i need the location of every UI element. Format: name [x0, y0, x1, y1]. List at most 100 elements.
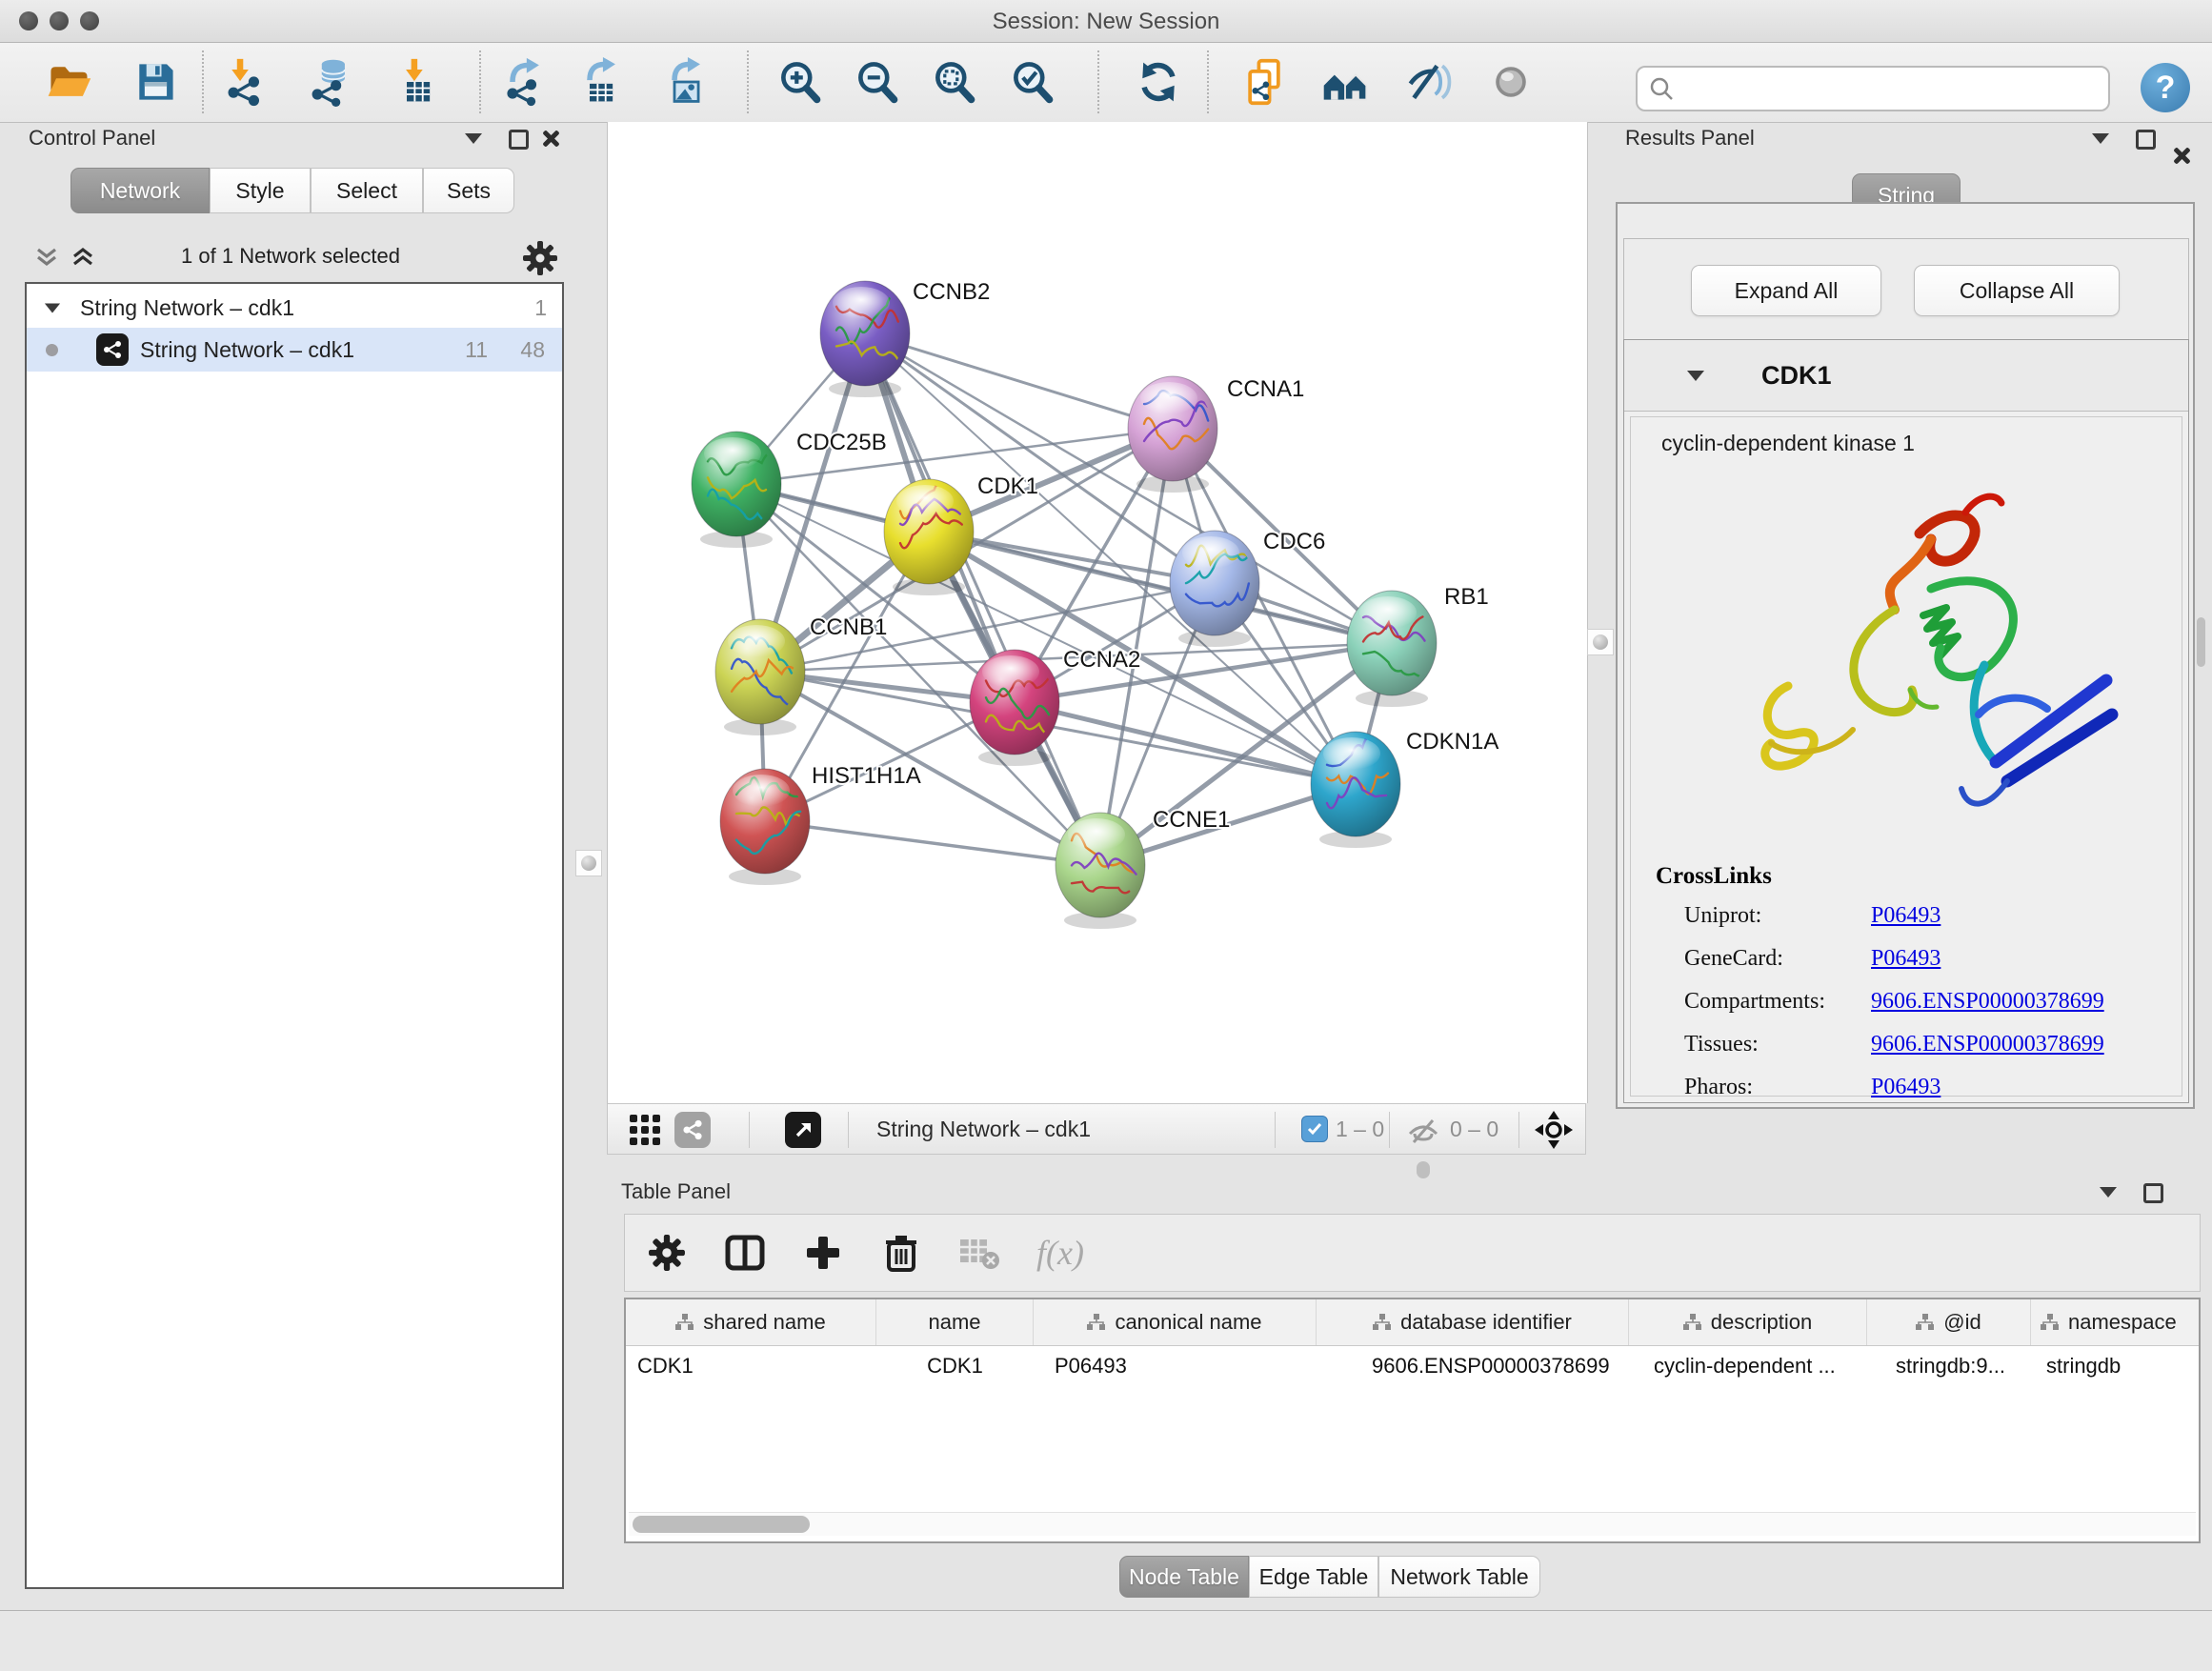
zoom-fit-button[interactable]: [928, 55, 981, 109]
save-session-button[interactable]: [129, 55, 182, 109]
zoom-in-button[interactable]: [774, 55, 827, 109]
control-panel-float-icon[interactable]: [509, 130, 529, 150]
network-tree-row-selected[interactable]: String Network – cdk1 11 48: [27, 328, 562, 372]
network-view-toolbar: String Network – cdk1 1 – 0 0 – 0: [607, 1103, 1586, 1155]
tab-node-table[interactable]: Node Table: [1119, 1556, 1249, 1598]
zoom-out-button[interactable]: [851, 55, 904, 109]
show-columns-button[interactable]: [724, 1232, 766, 1274]
tab-network[interactable]: Network: [70, 168, 210, 213]
network-edge[interactable]: [865, 333, 1173, 429]
crosslink-value[interactable]: P06493: [1871, 946, 2104, 972]
hierarchy-icon: [1373, 1314, 1392, 1331]
scrollbar-thumb[interactable]: [633, 1516, 810, 1533]
column-header-description[interactable]: description: [1629, 1299, 1867, 1345]
zoom-selected-icon: [1008, 57, 1057, 107]
results-scrollbar-thumb[interactable]: [2197, 617, 2205, 667]
network-node-ccnb2[interactable]: [820, 281, 910, 397]
selected-checkbox[interactable]: [1301, 1116, 1328, 1142]
network-edge[interactable]: [765, 821, 1100, 865]
add-column-button[interactable]: [802, 1232, 844, 1274]
network-snapshot-button[interactable]: [1237, 55, 1291, 109]
tab-style[interactable]: Style: [210, 168, 311, 213]
expand-all-networks-icon[interactable]: [32, 244, 61, 272]
delete-column-button[interactable]: [880, 1232, 922, 1274]
right-divider-handle[interactable]: [1587, 629, 1614, 655]
network-node-ccna2[interactable]: [970, 650, 1059, 766]
crosslink-value[interactable]: 9606.ENSP00000378699: [1871, 989, 2104, 1015]
column-header-shared-name[interactable]: shared name: [626, 1299, 876, 1345]
network-node-hist1h1a[interactable]: [720, 769, 810, 885]
entry-collapse-icon[interactable]: [1687, 371, 1704, 381]
birds-eye-view-button[interactable]: [1484, 55, 1538, 109]
table-settings-button[interactable]: [646, 1232, 688, 1274]
import-table-button[interactable]: [392, 55, 446, 109]
cell-namespace[interactable]: stringdb: [2031, 1346, 2199, 1386]
tree-expand-icon[interactable]: [45, 303, 60, 312]
welcome-screen-button[interactable]: [1318, 55, 1372, 109]
zoom-selected-button[interactable]: [1006, 55, 1059, 109]
expand-all-button[interactable]: Expand All: [1691, 265, 1881, 316]
network-node-ccna1[interactable]: [1128, 376, 1217, 493]
network-canvas[interactable]: CCNB2CCNA1CDC25BCDK1CDC6RB1CCNB1CCNA2CDK…: [607, 122, 1588, 1103]
crosslink-value[interactable]: 9606.ENSP00000378699: [1871, 1032, 2104, 1057]
graphics-details-button[interactable]: [1403, 55, 1457, 109]
column-header-id[interactable]: @id: [1867, 1299, 2031, 1345]
search-input[interactable]: [1674, 75, 2108, 102]
export-image-button[interactable]: [660, 55, 714, 109]
cell-description[interactable]: cyclin-dependent ...: [1629, 1346, 1867, 1386]
network-node-ccne1[interactable]: [1056, 813, 1145, 929]
grid-view-icon[interactable]: [629, 1114, 661, 1146]
cell-name[interactable]: CDK1: [876, 1346, 1034, 1386]
hidden-eye-slash-icon[interactable]: [1406, 1118, 1440, 1143]
cell-id[interactable]: stringdb:9...: [1867, 1346, 2031, 1386]
control-panel-menu-icon[interactable]: [465, 133, 482, 144]
crosslinks-list: Uniprot: P06493 GeneCard: P06493 Compart…: [1684, 903, 2104, 1100]
network-node-cdc25b[interactable]: [692, 432, 781, 548]
tab-sets[interactable]: Sets: [423, 168, 514, 213]
cell-shared-name[interactable]: CDK1: [626, 1346, 876, 1386]
export-network-button[interactable]: [498, 55, 552, 109]
results-panel-close-icon[interactable]: [2172, 147, 2189, 164]
network-tree-root-row[interactable]: String Network – cdk1 1: [27, 288, 562, 328]
collapse-all-button[interactable]: Collapse All: [1914, 265, 2120, 316]
network-options-gear-icon[interactable]: [522, 240, 558, 276]
table-row[interactable]: CDK1 CDK1 P06493 9606.ENSP00000378699 cy…: [626, 1346, 2199, 1386]
table-panel-float-icon[interactable]: [2143, 1183, 2163, 1203]
table-header-row: shared name name canonical name database…: [626, 1299, 2199, 1346]
tab-network-table[interactable]: Network Table: [1378, 1556, 1540, 1598]
import-network-file-button[interactable]: [220, 55, 273, 109]
zoom-out-icon: [853, 57, 902, 107]
crosslink-value[interactable]: P06493: [1871, 903, 2104, 929]
column-header-canonical-name[interactable]: canonical name: [1034, 1299, 1317, 1345]
results-panel-menu-icon[interactable]: [2092, 133, 2109, 144]
cell-canonical-name[interactable]: P06493: [1034, 1346, 1317, 1386]
network-node-cdk1[interactable]: [884, 473, 974, 595]
column-header-database-identifier[interactable]: database identifier: [1317, 1299, 1629, 1345]
open-in-new-window-button[interactable]: [785, 1112, 821, 1148]
horizontal-divider-handle[interactable]: [1417, 1161, 1430, 1178]
table-horizontal-scrollbar[interactable]: [629, 1512, 2196, 1536]
network-node-cdkn1a[interactable]: [1311, 732, 1400, 848]
help-button[interactable]: ?: [2141, 63, 2190, 112]
network-node-rb1[interactable]: [1347, 591, 1437, 707]
tab-edge-table[interactable]: Edge Table: [1249, 1556, 1378, 1598]
collapse-all-networks-icon[interactable]: [69, 244, 97, 272]
gene-entry-header[interactable]: CDK1: [1624, 340, 2188, 412]
control-panel-close-icon[interactable]: [541, 130, 558, 147]
crosslink-value[interactable]: P06493: [1871, 1075, 2104, 1100]
open-session-button[interactable]: [42, 55, 95, 109]
table-panel-menu-icon[interactable]: [2100, 1187, 2117, 1198]
network-icon-badge[interactable]: [674, 1112, 711, 1148]
network-edge[interactable]: [1015, 702, 1356, 784]
network-node-ccnb1[interactable]: [715, 619, 805, 735]
cell-database-identifier[interactable]: 9606.ENSP00000378699: [1317, 1346, 1629, 1386]
tab-select[interactable]: Select: [311, 168, 423, 213]
column-header-namespace[interactable]: namespace: [2031, 1299, 2199, 1345]
column-header-name[interactable]: name: [876, 1299, 1034, 1345]
birdseye-pan-icon[interactable]: [1534, 1110, 1574, 1150]
left-divider-handle[interactable]: [575, 850, 602, 876]
export-table-button[interactable]: [575, 55, 629, 109]
import-network-database-button[interactable]: [305, 55, 358, 109]
results-panel-float-icon[interactable]: [2136, 130, 2156, 150]
apply-layout-button[interactable]: [1132, 55, 1185, 109]
